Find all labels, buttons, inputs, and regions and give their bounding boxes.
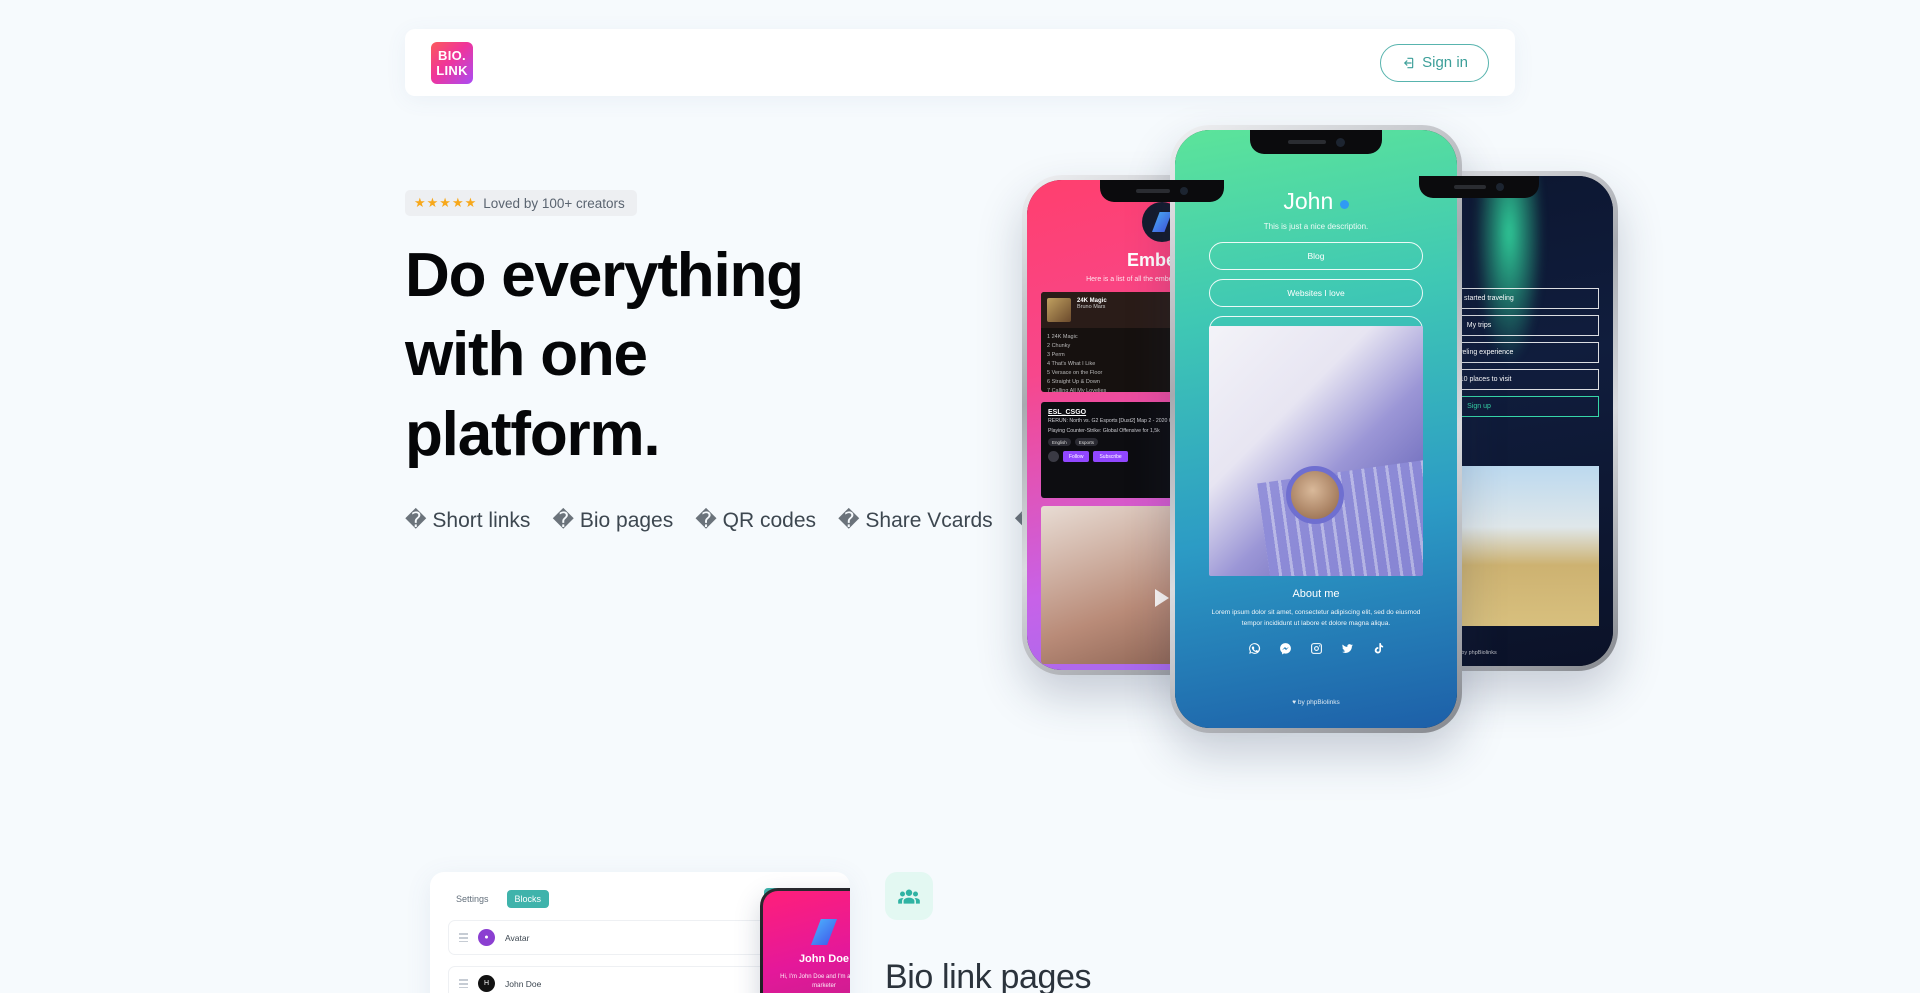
feature-label: Bio pages [579,509,674,533]
logo-line-2: LINK [436,62,468,78]
verified-badge-icon [1339,200,1349,209]
qr-codes-icon: � [695,509,717,533]
brand-mark-icon [1152,212,1172,232]
speaker-icon [1136,189,1170,193]
brand-mark-icon [811,919,837,945]
camera-icon [1496,183,1504,191]
short-links-icon: � [405,509,427,533]
camera-icon [1335,137,1345,147]
john-link-websites[interactable]: Websites I love [1209,279,1423,307]
bio-pages-icon: � [552,509,574,533]
landing-page: BIO. LINK Sign in ★★★★★ Loved by 100+ cr… [0,0,1920,993]
phone-notch-center [1250,130,1382,154]
phone-notch-left [1100,180,1224,202]
block-label: John Doe [505,978,542,989]
john-footer-label: by phpBiolinks [1297,699,1340,706]
about-me-title: About me [1292,588,1340,600]
hero-title: Do everything with one platform. [405,241,804,469]
drag-handle-icon[interactable] [459,933,468,942]
messenger-icon[interactable] [1279,642,1292,660]
speaker-icon [1454,185,1486,189]
hero-phone-mockups: Embeds Here is a list of all the embeds … [1000,125,1620,735]
drag-handle-icon[interactable] [459,979,468,988]
twitch-avatar [1048,451,1059,463]
biolink-logo[interactable]: BIO. LINK [431,41,473,84]
feature-share-vcards: � Share Vcards [838,509,993,532]
feature-qr-codes: � QR codes [695,509,816,532]
tab-settings[interactable]: Settings [448,890,497,908]
twitch-tag: Esports [1074,438,1099,447]
phone-screen-center: John This is just a nice description. Bl… [1175,130,1457,728]
phone-notch-right [1419,176,1539,198]
keyboard-decoration [1256,459,1423,576]
tiktok-icon[interactable] [1372,642,1385,660]
social-icon-row [1175,642,1457,660]
editor-preview-phone: John Doe Hi, I'm John Doe and I'm a digi… [760,888,850,993]
header-nav: BIO. LINK Sign in [405,29,1515,96]
twitch-subscribe-button[interactable]: Subscribe [1093,451,1128,463]
spotify-artist: Bruno Mars [1077,304,1106,310]
sign-in-label: Sign in [1422,54,1468,71]
editor-preview-screen: John Doe Hi, I'm John Doe and I'm a digi… [763,891,850,993]
preview-bio: Hi, I'm John Doe and I'm a digital marke… [780,974,850,989]
preview-name: John Doe [798,953,850,965]
john-photo [1209,326,1423,576]
twitch-tag: English [1048,438,1071,447]
twitter-icon[interactable] [1341,642,1354,660]
about-me-text: Lorem ipsum dolor sit amet, consectetur … [1211,609,1421,627]
tab-blocks[interactable]: Blocks [506,889,550,908]
twitch-follow-button[interactable]: Follow [1063,451,1090,463]
block-label: Avatar [505,932,530,943]
feature-label: QR codes [722,509,816,533]
john-name: John [1283,188,1334,214]
star-rating-icon: ★★★★★ [414,195,478,210]
feature-short-links: � Short links [405,509,530,532]
whatsapp-icon[interactable] [1248,642,1261,660]
hero-left: ★★★★★ Loved by 100+ creators Do everythi… [405,190,1391,538]
play-icon[interactable] [1155,588,1169,607]
feature-label: Share Vcards [865,509,993,533]
sign-in-icon [1401,56,1415,70]
bio-link-pages-section: Settings Blocks ⊕ Add block ● Avatar ⋮ H… [405,872,1520,993]
john-link-blog[interactable]: Blog [1209,242,1423,270]
feature-bio-link-pages: Bio link pages [885,872,1505,993]
feature-label: Short links [432,509,531,533]
rating-text: Loved by 100+ creators [483,195,625,211]
avatar-icon: ● [478,929,495,946]
instagram-icon[interactable] [1310,642,1323,660]
john-footer: ♥ by phpBiolinks [1292,699,1340,706]
vcards-icon: � [838,509,860,533]
sign-in-button[interactable]: Sign in [1380,43,1489,82]
editor-mockup-card: Settings Blocks ⊕ Add block ● Avatar ⋮ H… [430,872,850,993]
speaker-icon [1287,140,1326,144]
coffee-cup-decoration [1286,466,1345,524]
heading-icon: H [478,975,495,992]
phone-mockup-john: John This is just a nice description. Bl… [1170,125,1462,733]
rating-badge: ★★★★★ Loved by 100+ creators [405,190,637,216]
feature-title: Bio link pages [885,958,1092,993]
users-icon [885,872,933,920]
camera-icon [1180,187,1188,195]
john-description: This is just a nice description. [1263,222,1369,231]
feature-bio-pages: � Bio pages [552,509,673,532]
hero-feature-list: � Short links � Bio pages � QR codes � Shar… [405,504,1391,538]
album-art [1047,298,1071,322]
logo-line-1: BIO. [438,47,466,63]
